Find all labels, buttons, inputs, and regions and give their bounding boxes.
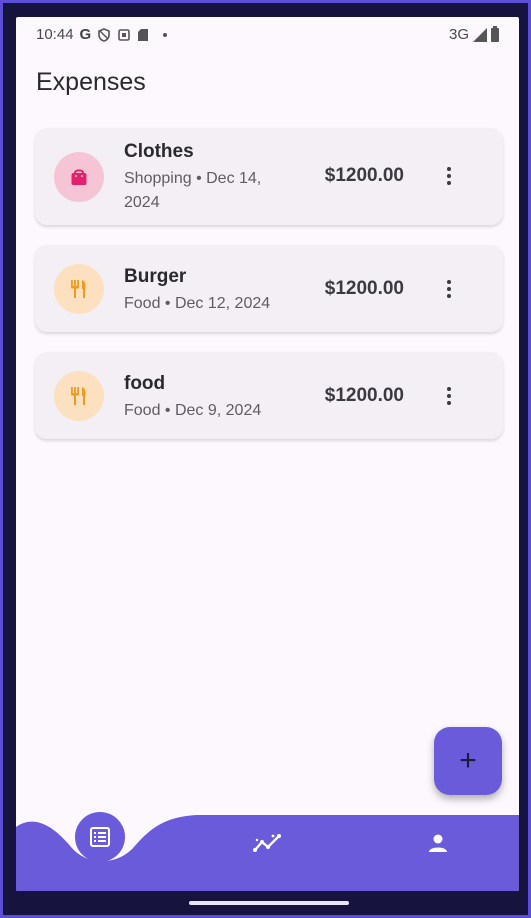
expense-card[interactable]: Burger Food • Dec 12, 2024 $1200.00 [35,245,503,332]
app-screen: 10:44 G 3G Expenses Clothes Shopping • D… [16,17,519,891]
more-options-icon[interactable] [439,274,459,304]
signal-icon [473,27,487,42]
list-icon [90,827,110,847]
status-time: 10:44 [36,26,74,43]
add-icon: + [459,744,477,777]
network-type: 3G [448,26,469,43]
status-bar: 10:44 G 3G [16,17,519,53]
status-left: 10:44 G [36,26,168,43]
expense-name: Burger [124,266,187,287]
page-title: Expenses [36,68,146,96]
expense-amount: $1200.00 [324,278,404,299]
add-expense-button[interactable]: + [434,727,502,795]
google-icon: G [79,26,92,43]
restaurant-icon [71,280,86,298]
screenshot-icon [118,28,131,41]
expense-card[interactable]: food Food • Dec 9, 2024 $1200.00 [35,352,503,439]
restaurant-icon [71,387,86,405]
sim-card-icon [138,28,149,41]
expense-name: Clothes [124,141,194,162]
more-options-icon[interactable] [439,161,459,191]
expense-subtitle: Shopping • Dec 14, 2024 [124,170,262,211]
expense-amount: $1200.00 [324,385,404,406]
category-avatar [54,264,104,314]
category-avatar [54,371,104,421]
stats-icon [253,834,281,852]
expense-name: food [124,373,166,394]
battery-icon [491,25,499,42]
expense-amount: $1200.00 [324,165,404,186]
status-right: 3G [448,25,499,43]
nav-profile-tab[interactable] [420,825,456,861]
shopping-bag-icon [71,169,87,185]
bottom-navigation [16,807,519,891]
expense-card[interactable]: Clothes Shopping • Dec 14, 2024 $1200.00 [35,128,503,225]
expense-subtitle: Food • Dec 9, 2024 [124,402,262,419]
more-options-icon[interactable] [439,381,459,411]
category-avatar [54,152,104,202]
profile-icon [429,834,447,852]
nav-expenses-tab[interactable] [75,812,125,862]
expense-subtitle: Food • Dec 12, 2024 [124,295,271,312]
device-frame: 10:44 G 3G Expenses Clothes Shopping • D… [0,0,531,918]
shield-icon [98,27,111,42]
nav-stats-tab[interactable] [250,825,286,861]
home-indicator[interactable] [189,901,349,905]
notification-dot [163,32,168,37]
expense-list: Clothes Shopping • Dec 14, 2024 $1200.00 [35,128,503,459]
